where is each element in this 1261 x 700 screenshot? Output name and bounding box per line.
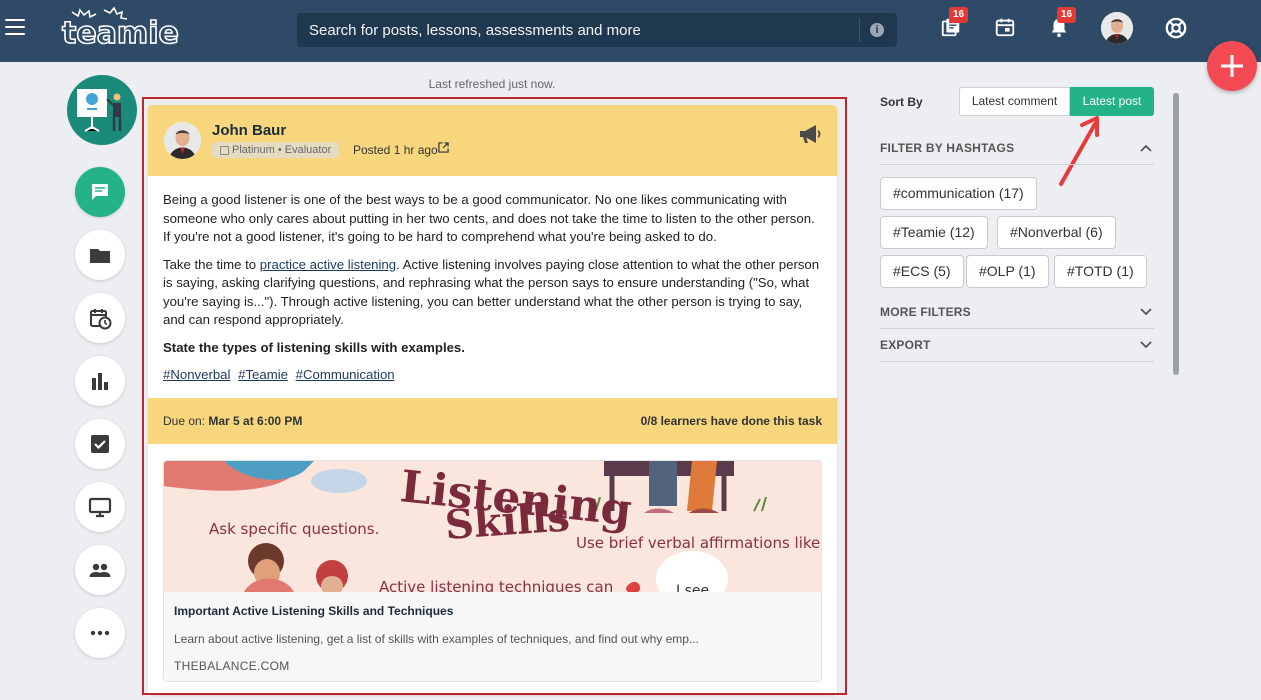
sort-latest-comment-button[interactable]: Latest comment (959, 87, 1070, 116)
export-header[interactable]: EXPORT (880, 338, 1154, 362)
more-filters-header[interactable]: MORE FILTERS (880, 305, 1154, 329)
calendar-clock-icon (90, 309, 112, 330)
library-badge: 16 (949, 7, 969, 23)
hamburger-menu-icon[interactable] (5, 19, 25, 35)
rail-tasks-button[interactable] (75, 419, 125, 469)
rail-lessons-button[interactable] (75, 482, 125, 532)
more-filters-label: MORE FILTERS (880, 305, 971, 319)
filter-by-hashtags-label: FILTER BY HASHTAGS (880, 141, 1015, 155)
rail-posts-button[interactable] (75, 167, 125, 217)
calendar-button[interactable] (994, 16, 1018, 42)
lifebuoy-icon[interactable] (1165, 17, 1187, 39)
people-icon (89, 563, 111, 577)
filter-by-hashtags-header[interactable]: FILTER BY HASHTAGS (880, 141, 1154, 165)
notifications-button[interactable]: 16 (1048, 7, 1077, 42)
hashtag-filter-totd[interactable]: #TOTD (1) (1054, 255, 1147, 288)
folder-icon (90, 249, 110, 263)
chat-bubble-icon (92, 184, 108, 200)
rail-analytics-button[interactable] (75, 356, 125, 406)
user-avatar[interactable] (1101, 12, 1133, 44)
rail-files-button[interactable] (75, 230, 125, 280)
rail-members-button[interactable] (75, 545, 125, 595)
chevron-down-icon[interactable] (1140, 341, 1152, 349)
last-refreshed-text: Last refreshed just now. (428, 77, 556, 91)
rail-more-button[interactable] (75, 608, 125, 658)
monitor-icon (88, 497, 112, 518)
create-plus-button[interactable] (1207, 41, 1257, 91)
checkbox-icon (91, 435, 109, 453)
highlight-outline (142, 97, 847, 695)
teamie-logo-text: teamie (61, 15, 179, 52)
search-divider (859, 18, 860, 42)
bar-chart-icon (92, 373, 108, 390)
search-bar: i (297, 13, 897, 47)
export-label: EXPORT (880, 338, 931, 352)
more-dots-icon (90, 630, 110, 636)
hashtag-filter-communication[interactable]: #communication (17) (880, 177, 1037, 210)
chevron-down-icon[interactable] (1140, 308, 1152, 316)
hashtag-filter-olp[interactable]: #OLP (1) (966, 255, 1049, 288)
hashtag-filter-ecs[interactable]: #ECS (5) (880, 255, 964, 288)
sort-by-label: Sort By (880, 95, 923, 109)
classroom-avatar[interactable] (67, 75, 137, 145)
notifications-badge: 16 (1057, 7, 1077, 23)
calendar-icon (995, 18, 1015, 37)
sidebar-scrollbar[interactable] (1173, 93, 1179, 375)
search-input[interactable] (297, 13, 857, 47)
hashtag-filter-teamie[interactable]: #Teamie (12) (880, 216, 988, 249)
top-bar: teamie i 16 16 (0, 0, 1261, 62)
classroom-presenter-icon (77, 89, 122, 132)
library-button[interactable]: 16 (940, 7, 969, 42)
hashtag-filter-nonverbal[interactable]: #Nonverbal (6) (997, 216, 1116, 249)
chevron-up-icon[interactable] (1140, 144, 1152, 152)
rail-planner-button[interactable] (75, 293, 125, 343)
user-photo-icon (1101, 12, 1133, 44)
info-icon[interactable]: i (870, 23, 884, 37)
